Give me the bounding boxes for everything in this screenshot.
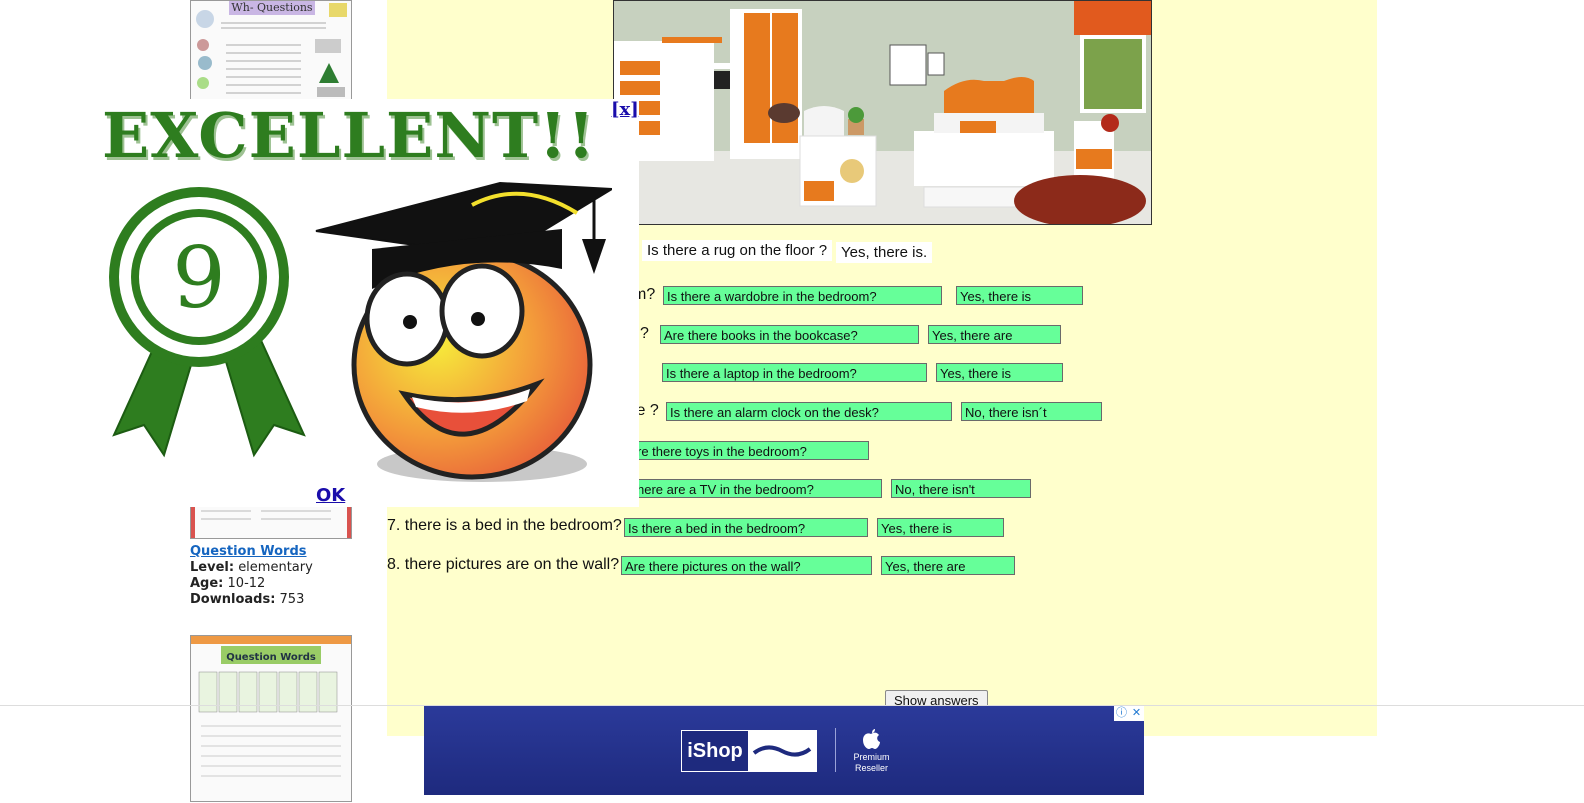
answer-input-3[interactable]: Yes, there is: [936, 363, 1063, 382]
premium-reseller-text: Premium Reseller: [853, 752, 890, 773]
worksheet-title-text: Wh- Questions: [231, 1, 313, 14]
ad-close-icon[interactable]: ✕: [1129, 706, 1144, 721]
worksheet-link[interactable]: Question Words: [190, 544, 307, 559]
answer-input-1[interactable]: Yes, there is: [956, 286, 1083, 305]
worksheet-preview-image: Question Words: [191, 636, 351, 777]
level-value: elementary: [238, 560, 313, 575]
question-input-1[interactable]: Is there a wardobre in the bedroom?: [663, 286, 942, 305]
ad-info-icon[interactable]: ⓘ: [1114, 706, 1129, 721]
age-value: 10-12: [227, 576, 266, 591]
score-value: 9: [172, 229, 225, 327]
prompt-2: ?: [640, 325, 649, 342]
award-ribbon-icon: 9: [109, 187, 306, 458]
excellent-headline: EXCELLENT!!: [102, 99, 596, 172]
ishop-brand: iShop: [682, 731, 748, 771]
ad-separator: [835, 728, 836, 772]
bedroom-illustration: [614, 1, 1151, 224]
popup-close-button[interactable]: [x]: [611, 99, 639, 120]
prompt-8: 8. there pictures are on the wall?: [387, 556, 620, 573]
question-input-2[interactable]: Are there books in the bookcase?: [660, 325, 919, 344]
answer-input-6[interactable]: No, there isn't: [891, 479, 1031, 498]
downloads-label: Downloads:: [190, 592, 276, 607]
score-popup: EXCELLENT!! [x] 9 OK: [96, 99, 639, 507]
popup-ok-button[interactable]: OK: [316, 485, 345, 506]
apple-logo-icon: [863, 729, 880, 749]
prompt-7: 7. there is a bed in the bedroom?: [387, 517, 622, 534]
question-input-8[interactable]: Are there pictures on the wall?: [621, 556, 872, 575]
worksheet-thumbnail-middle[interactable]: [190, 505, 352, 539]
age-label: Age:: [190, 576, 224, 591]
answer-input-8[interactable]: Yes, there are: [881, 556, 1015, 575]
question-input-7[interactable]: Is there a bed in the bedroom?: [624, 518, 868, 537]
worksheet-info: Question Words Level: elementary Age: 10…: [190, 544, 313, 608]
ad-banner[interactable]: iShop Premium Reseller ⓘ ✕: [424, 706, 1144, 795]
answer-input-7[interactable]: Yes, there is: [877, 518, 1004, 537]
mixup-logo-icon: [752, 745, 812, 757]
worksheet-preview-image: Wh- Questions: [196, 1, 347, 97]
question-input-6[interactable]: here are a TV in the bedroom?: [633, 479, 882, 498]
worksheet-preview-image: [191, 505, 351, 538]
worksheet-thumbnail-bottom[interactable]: Question Words: [190, 635, 352, 802]
example-answer: Yes, there is.: [836, 242, 933, 263]
smiley-graduate-icon: [315, 181, 612, 482]
downloads-value: 753: [279, 592, 305, 607]
answer-input-4[interactable]: No, there isn´t: [961, 402, 1102, 421]
question-input-5[interactable]: re there toys in the bedroom?: [633, 441, 869, 460]
answer-input-2[interactable]: Yes, there are: [928, 325, 1061, 344]
worksheet-title-text: Question Words: [226, 652, 316, 663]
worksheet-thumbnail-top[interactable]: Wh- Questions: [190, 0, 352, 101]
question-input-4[interactable]: Is there an alarm clock on the desk?: [666, 402, 952, 421]
example-question: Is there a rug on the floor ?: [642, 240, 833, 261]
level-label: Level:: [190, 560, 235, 575]
question-input-3[interactable]: Is there a laptop in the bedroom?: [662, 363, 927, 382]
ishop-logo: iShop: [681, 730, 817, 772]
bedroom-photo: [613, 0, 1152, 225]
